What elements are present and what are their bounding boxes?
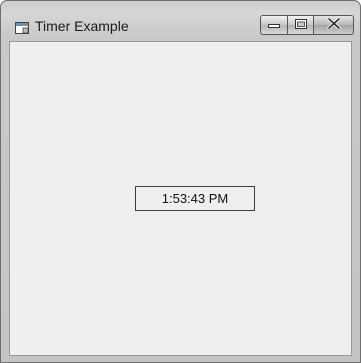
app-window-icon[interactable]	[15, 21, 29, 34]
maximize-button[interactable]	[288, 15, 314, 35]
window-title: Timer Example	[35, 18, 129, 34]
timer-example-window: Timer Example 1:53:43 PM	[0, 0, 361, 363]
close-icon	[326, 16, 341, 34]
time-display-text: 1:53:43 PM	[161, 191, 229, 206]
caption-buttons	[260, 15, 354, 37]
title-bar[interactable]: Timer Example	[1, 1, 360, 41]
time-display-label: 1:53:43 PM	[135, 186, 255, 211]
form-client-area: 1:53:43 PM	[9, 41, 352, 356]
maximize-icon	[294, 16, 307, 34]
minimize-button[interactable]	[260, 15, 288, 35]
close-button[interactable]	[314, 15, 354, 35]
minimize-icon	[268, 16, 280, 34]
